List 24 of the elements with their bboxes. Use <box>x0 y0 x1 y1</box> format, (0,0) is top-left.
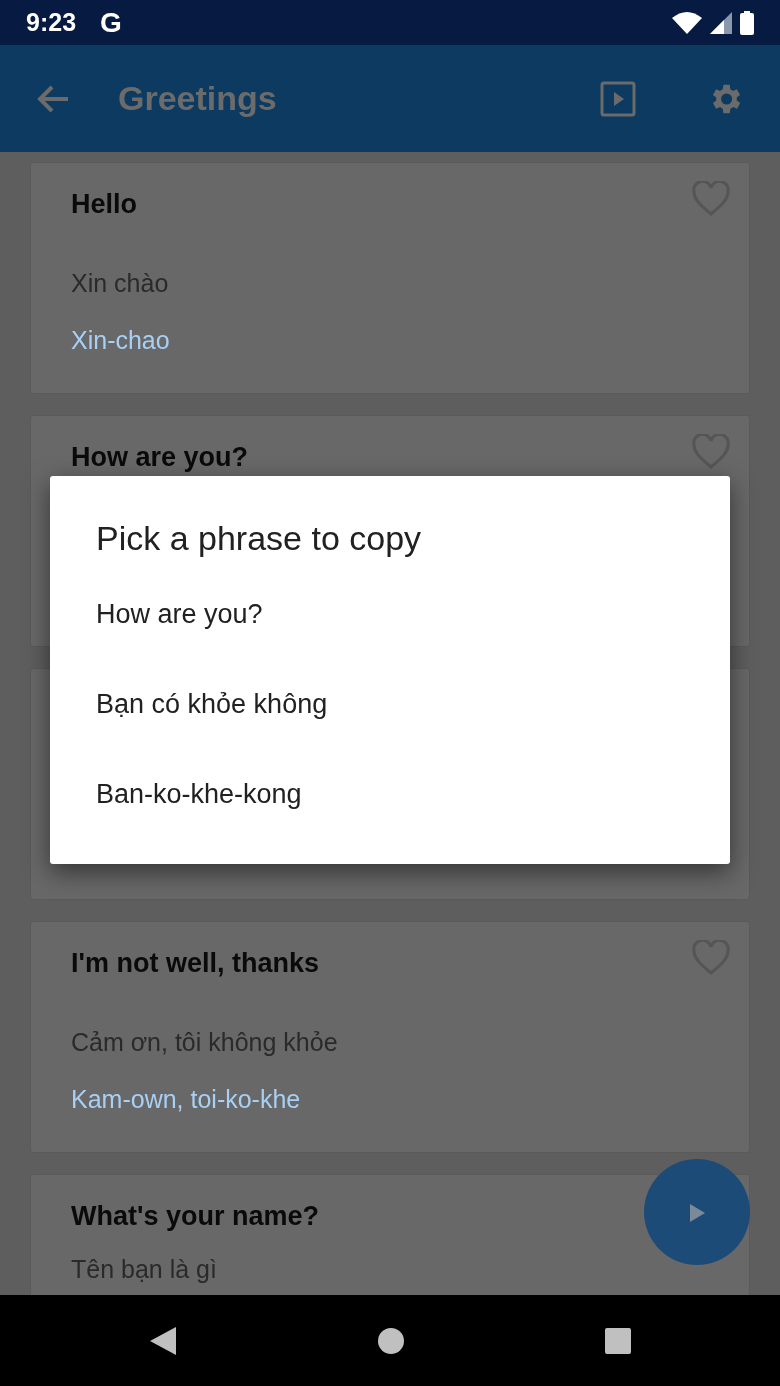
back-button[interactable] <box>36 83 70 114</box>
wifi-icon <box>672 11 702 34</box>
home-nav-icon[interactable] <box>377 1326 405 1355</box>
phrase-title: What's your name? <box>71 1200 319 1233</box>
phrase-option[interactable]: Bạn có khỏe không <box>96 684 328 724</box>
translation-text: Xin chào <box>71 268 169 299</box>
pronunciation-text: Kam-own, toi-ko-khe <box>71 1084 301 1115</box>
screen-title: Greetings <box>118 78 277 119</box>
play-icon <box>688 1202 706 1223</box>
phrase-option[interactable]: Ban-ko-khe-kong <box>96 774 302 814</box>
phrase-option[interactable]: How are you? <box>96 594 263 634</box>
recents-nav-icon[interactable] <box>604 1326 633 1355</box>
pronunciation-text: Xin-chao <box>71 325 170 356</box>
phrase-title: Hello <box>71 188 137 221</box>
play-all-button[interactable] <box>600 80 636 117</box>
dialog-title: Pick a phrase to copy <box>96 518 422 559</box>
phrase-title: How are you? <box>71 441 249 474</box>
status-time: 9:23 <box>26 6 77 38</box>
battery-icon <box>740 10 754 35</box>
translation-text: Cảm ơn, tôi không khỏe <box>71 1027 338 1058</box>
translation-text: Tên bạn là gì <box>71 1254 217 1285</box>
notification-letter: G <box>100 5 122 40</box>
signal-icon <box>710 11 732 34</box>
phrase-title: I'm not well, thanks <box>71 947 319 980</box>
